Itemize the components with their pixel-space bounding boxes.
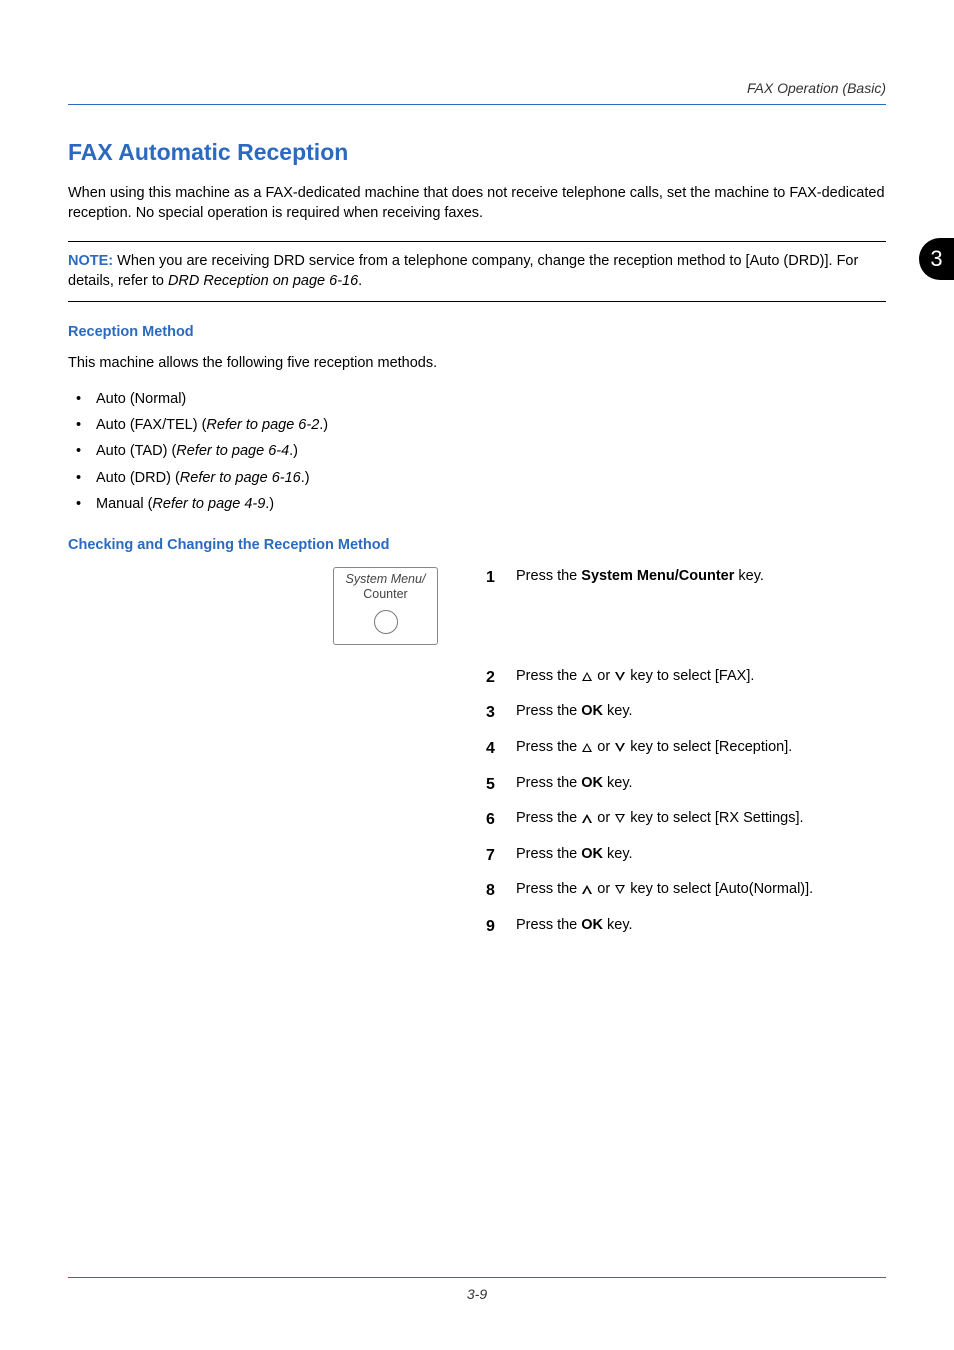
list-item: Auto (FAX/TEL) (Refer to page 6-2.) (76, 412, 886, 438)
step-key-name: System Menu/Counter (581, 568, 734, 584)
step-text: Press the (516, 568, 581, 584)
step-text: Press the (516, 881, 581, 897)
page-footer: 3-9 (68, 1277, 886, 1302)
list-item: Auto (DRD) (Refer to page 6-16.) (76, 465, 886, 491)
step-text: key. (734, 568, 764, 584)
method-text: Auto (TAD) ( (96, 443, 176, 459)
list-item: Auto (Normal) (76, 386, 886, 412)
system-menu-counter-key-illustration: System Menu/ Counter (333, 567, 438, 645)
step-text: Press the (516, 703, 581, 719)
method-post: .) (301, 470, 310, 486)
heading-reception-method: Reception Method (68, 324, 886, 340)
method-post: .) (289, 443, 298, 459)
up-arrow-icon (582, 814, 592, 823)
steps-list: Press the System Menu/Counter key. Press… (486, 567, 886, 935)
step-text: Press the (516, 917, 581, 933)
method-ref: Refer to page 6-2 (206, 417, 319, 433)
step-8: Press the or key to select [Auto(Normal)… (486, 880, 886, 900)
step-text: key to select [Reception]. (626, 739, 792, 755)
method-text: Auto (Normal) (96, 391, 186, 407)
chapter-tab: 3 (919, 238, 954, 280)
step-7: Press the OK key. (486, 845, 886, 865)
step-text: Press the (516, 739, 581, 755)
step-text: key. (603, 917, 633, 933)
method-text: Manual ( (96, 496, 152, 512)
step-text: Press the (516, 846, 581, 862)
procedure-area: System Menu/ Counter Press the System Me… (68, 567, 886, 935)
reception-method-intro: This machine allows the following five r… (68, 354, 886, 374)
intro-paragraph: When using this machine as a FAX-dedicat… (68, 184, 886, 223)
header-rule (68, 104, 886, 105)
step-text: key to select [FAX]. (626, 668, 754, 684)
up-arrow-icon (582, 672, 592, 681)
down-arrow-icon (615, 672, 625, 681)
down-arrow-icon (615, 885, 625, 894)
step-text: or (593, 810, 614, 826)
step-6: Press the or key to select [RX Settings]… (486, 809, 886, 829)
running-header: FAX Operation (Basic) (68, 80, 886, 102)
step-text: key to select [RX Settings]. (626, 810, 803, 826)
key-button-icon (374, 610, 398, 634)
step-key-name: OK (581, 917, 603, 933)
step-key-name: OK (581, 775, 603, 791)
heading-1: FAX Automatic Reception (68, 139, 886, 166)
step-1: Press the System Menu/Counter key. (486, 567, 886, 587)
list-item: Manual (Refer to page 4-9.) (76, 491, 886, 517)
down-arrow-icon (615, 743, 625, 752)
footer-rule (68, 1277, 886, 1278)
step-text: key. (603, 846, 633, 862)
note-text-post: . (358, 273, 362, 289)
step-text: key. (603, 775, 633, 791)
method-text: Auto (DRD) ( (96, 470, 180, 486)
method-ref: Refer to page 4-9 (152, 496, 265, 512)
method-ref: Refer to page 6-4 (176, 443, 289, 459)
page-number: 3-9 (68, 1286, 886, 1302)
method-ref: Refer to page 6-16 (180, 470, 301, 486)
step-text: Press the (516, 810, 581, 826)
note-label: NOTE: (68, 253, 113, 269)
note-box: NOTE: When you are receiving DRD service… (68, 241, 886, 302)
up-arrow-icon (582, 885, 592, 894)
step-text: or (593, 881, 614, 897)
step-4: Press the or key to select [Reception]. (486, 738, 886, 758)
step-5: Press the OK key. (486, 774, 886, 794)
method-text: Auto (FAX/TEL) ( (96, 417, 206, 433)
step-3: Press the OK key. (486, 702, 886, 722)
method-post: .) (319, 417, 328, 433)
step-key-name: OK (581, 703, 603, 719)
step-text: or (593, 739, 614, 755)
down-arrow-icon (615, 814, 625, 823)
step-key-name: OK (581, 846, 603, 862)
methods-list: Auto (Normal) Auto (FAX/TEL) (Refer to p… (68, 386, 886, 517)
heading-checking-changing: Checking and Changing the Reception Meth… (68, 537, 886, 553)
step-9: Press the OK key. (486, 916, 886, 936)
list-item: Auto (TAD) (Refer to page 6-4.) (76, 438, 886, 464)
step-text: key. (603, 703, 633, 719)
method-post: .) (265, 496, 274, 512)
key-label-line2: Counter (334, 587, 437, 602)
step-text: Press the (516, 775, 581, 791)
step-2: Press the or key to select [FAX]. (486, 667, 886, 687)
step-text: Press the (516, 668, 581, 684)
up-arrow-icon (582, 743, 592, 752)
step-text: key to select [Auto(Normal)]. (626, 881, 813, 897)
step-text: or (593, 668, 614, 684)
key-label-line1: System Menu/ (334, 572, 437, 587)
note-ref: DRD Reception on page 6-16 (168, 273, 358, 289)
